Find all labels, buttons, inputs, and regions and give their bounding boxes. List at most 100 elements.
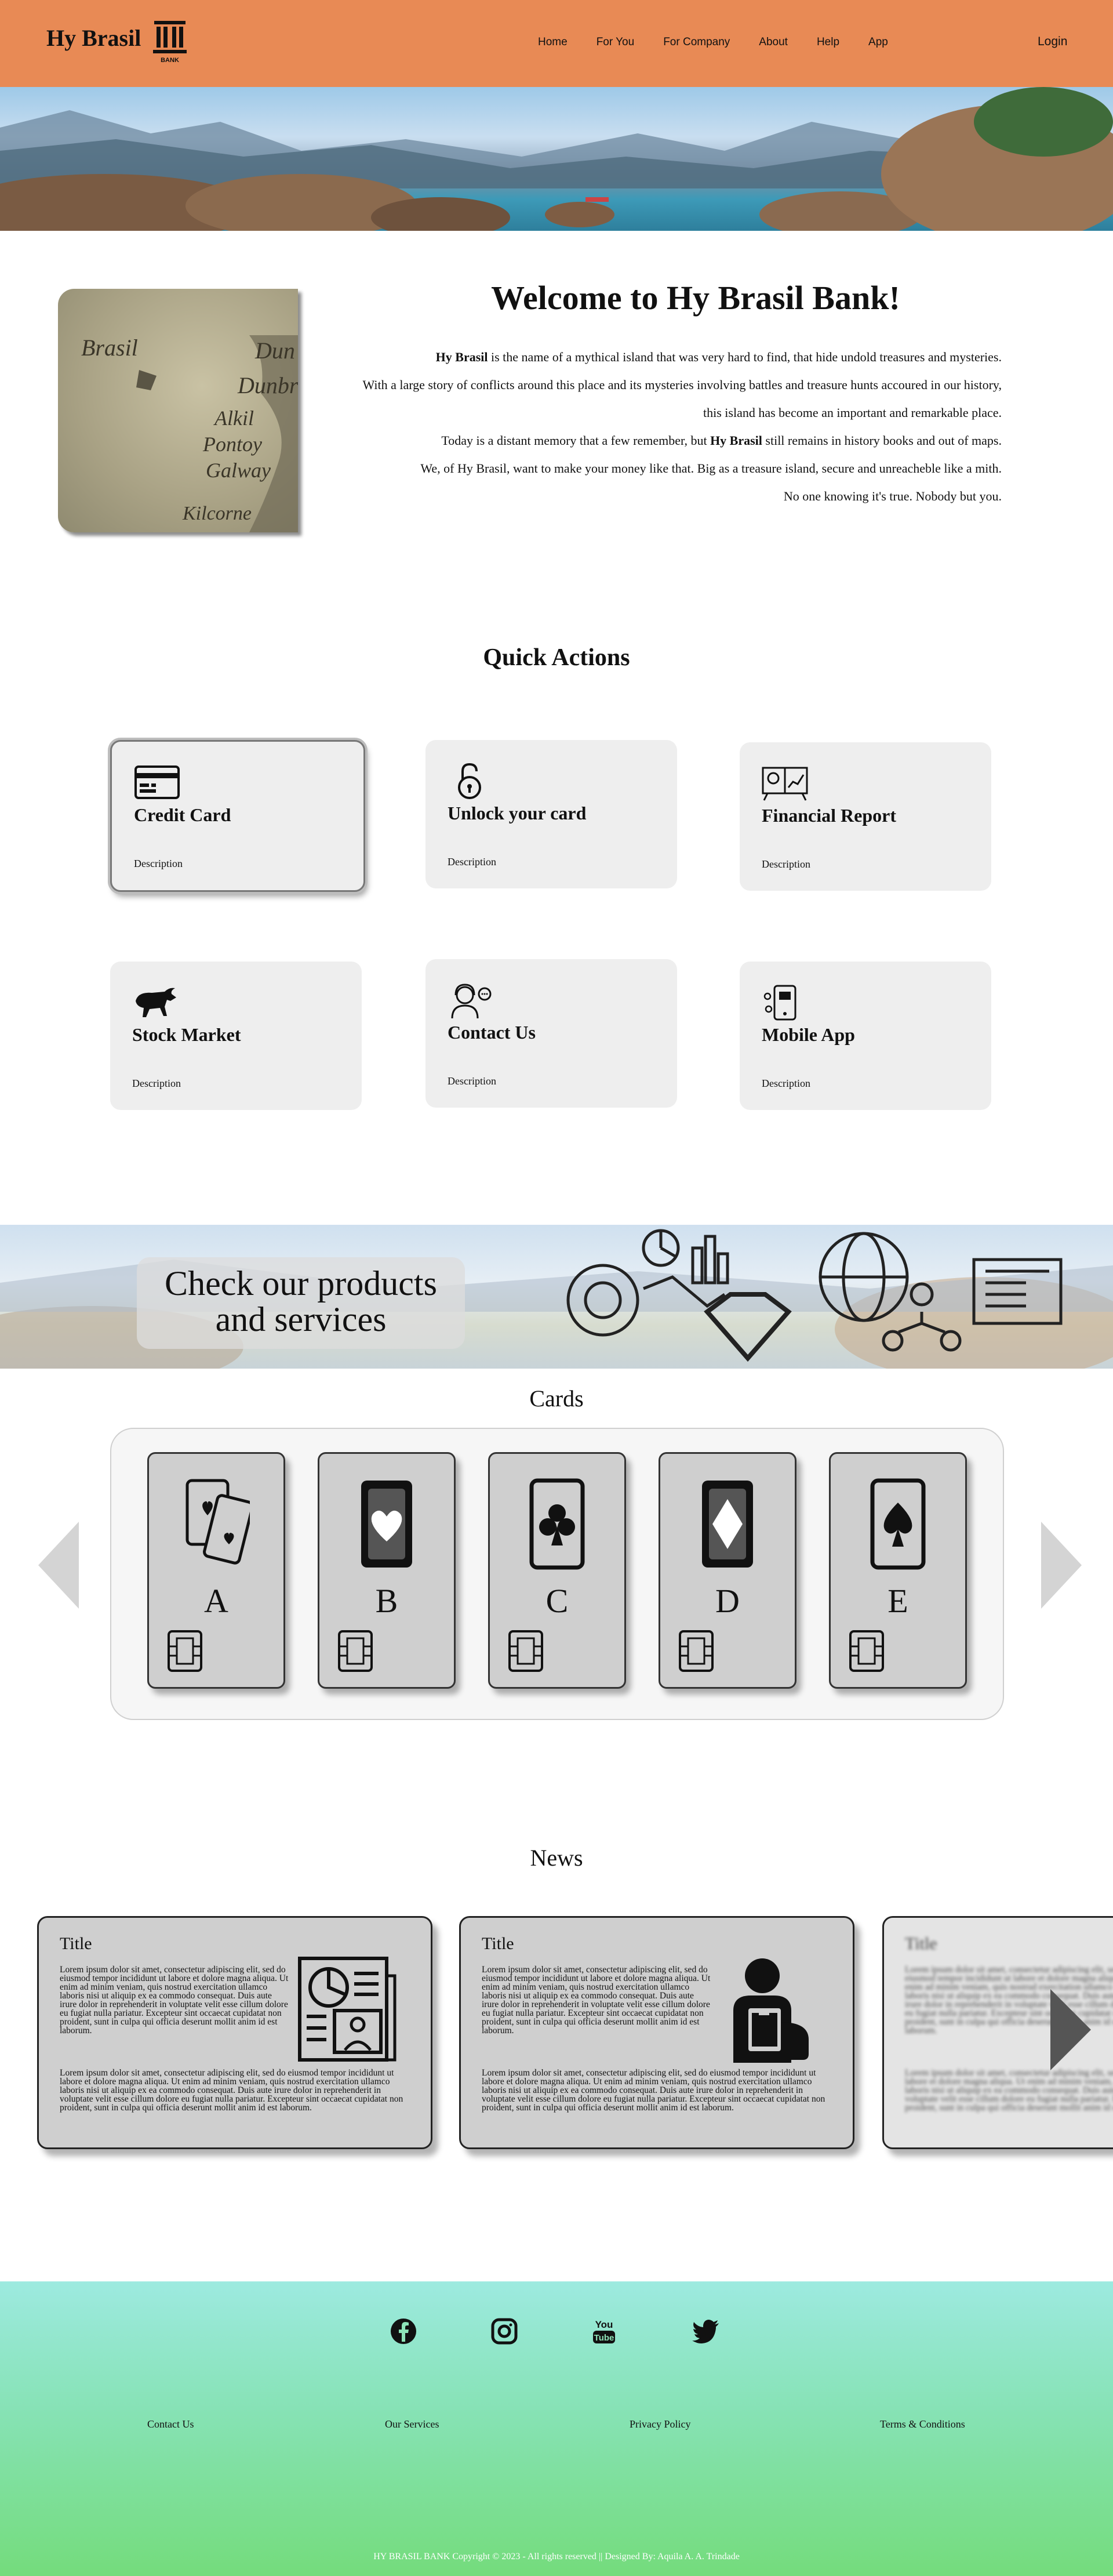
quick-actions-title: Quick Actions xyxy=(483,644,630,671)
products-headline-2: and services xyxy=(215,1300,387,1338)
login-link[interactable]: Login xyxy=(1038,35,1067,49)
heart-card-icon xyxy=(361,1481,412,1568)
carousel-prev-arrow[interactable] xyxy=(38,1522,85,1609)
sim-chip-icon xyxy=(508,1630,543,1672)
product-card-d[interactable]: D xyxy=(659,1452,796,1689)
footer-link-our-services[interactable]: Our Services xyxy=(385,2418,439,2430)
map-label-brasil: Brasil xyxy=(81,335,138,361)
logo-text[interactable]: Hy Brasil xyxy=(46,24,141,52)
qa-title-unlock-card: Unlock your card xyxy=(448,803,587,823)
qa-desc-financial-report: Description xyxy=(762,858,810,870)
qa-card-stock-market[interactable]: Stock Market Description xyxy=(110,962,362,1110)
nav-about[interactable]: About xyxy=(759,36,788,49)
nav-for-company[interactable]: For Company xyxy=(663,36,730,49)
diamond-icon xyxy=(704,1292,792,1362)
qa-title-mobile-app: Mobile App xyxy=(762,1024,855,1045)
qa-desc-credit-card: Description xyxy=(134,858,183,869)
hero-landscape xyxy=(0,87,1113,231)
diamond-card-icon xyxy=(702,1481,753,1568)
club-card-icon xyxy=(529,1478,585,1570)
footer-link-contact-us[interactable]: Contact Us xyxy=(147,2418,194,2430)
welcome-line-6: No one knowing it's true. Nobody but you… xyxy=(783,489,1002,503)
playing-cards-hearts-icon xyxy=(186,1479,250,1565)
carousel-next-arrow[interactable] xyxy=(1041,1522,1087,1609)
news-card-1-text-1: Lorem ipsum dolor sit amet, consectetur … xyxy=(60,1965,289,2036)
credit-card-icon xyxy=(134,765,180,799)
product-card-a-letter: A xyxy=(204,1582,228,1620)
map-illustration: Brasil Dun Dunbr Alkil Pontoy Galway Kil… xyxy=(81,335,298,532)
brand-bold: Hy Brasil xyxy=(435,350,488,364)
qa-desc-contact-us: Description xyxy=(448,1075,496,1087)
map-label-galway: Galway xyxy=(206,459,271,482)
sim-chip-icon xyxy=(679,1630,714,1672)
product-card-b[interactable]: B xyxy=(318,1452,456,1689)
newspaper-icon xyxy=(972,1258,1063,1325)
qa-desc-stock-market: Description xyxy=(132,1077,181,1089)
facebook-icon[interactable] xyxy=(388,2316,419,2346)
bank-building-icon[interactable]: BANK xyxy=(152,20,188,64)
map-label-pontoy: Pontoy xyxy=(202,433,262,456)
map-label-alkil: Alkil xyxy=(213,407,254,430)
qa-card-financial-report[interactable]: Financial Report Description xyxy=(740,742,991,891)
qa-title-stock-market: Stock Market xyxy=(132,1024,241,1045)
network-people-icon xyxy=(910,1282,934,1307)
news-card-2-text-1: Lorem ipsum dolor sit amet, consectetur … xyxy=(482,1965,711,2036)
qa-title-financial-report: Financial Report xyxy=(762,805,896,826)
map-label-kilcorne: Kilcorne xyxy=(182,503,252,524)
mobile-app-icon xyxy=(763,985,796,1021)
copyright-text: HY BRASIL BANK Copyright © 2023 - All ri… xyxy=(373,2552,740,2562)
welcome-line-4-end: still remains in history books and out o… xyxy=(762,433,1002,448)
gear-dollar-icon xyxy=(566,1264,639,1337)
map-label-dunbr: Dunbr xyxy=(237,372,298,398)
nav-for-you[interactable]: For You xyxy=(596,36,635,49)
welcome-line-2: With a large story of conflicts around t… xyxy=(362,378,1002,392)
brand-bold-2: Hy Brasil xyxy=(710,433,762,448)
bull-icon xyxy=(136,988,176,1017)
qa-card-mobile-app[interactable]: Mobile App Description xyxy=(740,962,991,1110)
qa-title-credit-card: Credit Card xyxy=(134,804,231,825)
instagram-icon[interactable] xyxy=(489,2316,519,2346)
product-card-c[interactable]: C xyxy=(488,1452,626,1689)
product-card-e[interactable]: E xyxy=(829,1452,967,1689)
products-headline-box: Check our products and services xyxy=(137,1257,465,1349)
welcome-line-4-start: Today is a distant memory that a few rem… xyxy=(441,433,711,448)
qa-card-contact-us[interactable]: Contact Us Description xyxy=(425,959,677,1108)
newspaper-icon xyxy=(298,1957,397,2062)
youtube-icon[interactable]: You Tube xyxy=(589,2316,619,2346)
welcome-line-5: We, of Hy Brasil, want to make your mone… xyxy=(420,461,1002,476)
nav-app[interactable]: App xyxy=(868,36,888,49)
news-card-3-text-2: Lorem ipsum dolor sit amet, consectetur … xyxy=(905,2068,1113,2113)
qa-title-contact-us: Contact Us xyxy=(448,1022,536,1043)
main-nav: Home For You For Company About Help App xyxy=(538,36,888,49)
news-card-2[interactable]: Title Lorem ipsum dolor sit amet, consec… xyxy=(459,1916,854,2149)
qa-card-unlock-card[interactable]: Unlock your card Description xyxy=(425,740,677,888)
welcome-line-4: Today is a distant memory that a few rem… xyxy=(441,433,1002,448)
qa-card-credit-card[interactable]: Credit Card Description xyxy=(110,740,365,892)
qa-desc-unlock-card: Description xyxy=(448,856,496,868)
welcome-title: Welcome to Hy Brasil Bank! xyxy=(491,279,900,317)
news-next-arrow[interactable] xyxy=(1050,1989,1093,2070)
product-card-a[interactable]: A xyxy=(147,1452,285,1689)
old-map-image: Brasil Dun Dunbr Alkil Pontoy Galway Kil… xyxy=(58,289,298,532)
nav-home[interactable]: Home xyxy=(538,36,568,49)
sim-chip-icon xyxy=(168,1630,202,1672)
spade-card-icon xyxy=(870,1478,926,1570)
sim-chip-icon xyxy=(338,1630,373,1672)
site-header: Hy Brasil BANK Home For You For Company … xyxy=(0,0,1113,87)
nav-help[interactable]: Help xyxy=(817,36,839,49)
cards-section-title: Cards xyxy=(529,1385,584,1412)
news-card-1[interactable]: Title Lorem ipsum dolor sit amet, consec… xyxy=(37,1916,432,2149)
footer-link-terms[interactable]: Terms & Conditions xyxy=(880,2418,965,2430)
twitter-icon[interactable] xyxy=(691,2316,721,2346)
news-card-2-title: Title xyxy=(482,1934,514,1953)
news-section-title: News xyxy=(530,1845,583,1871)
welcome-line-1-text: is the name of a mythical island that wa… xyxy=(488,350,1002,364)
footer-link-privacy-policy[interactable]: Privacy Policy xyxy=(630,2418,691,2430)
logo-sub: BANK xyxy=(161,57,179,64)
news-reader-icon xyxy=(733,1958,809,2063)
sim-chip-icon xyxy=(849,1630,884,1672)
news-card-1-title: Title xyxy=(60,1934,92,1953)
product-card-b-letter: B xyxy=(375,1582,398,1620)
product-card-c-letter: C xyxy=(545,1582,569,1620)
svg-text:You: You xyxy=(595,2319,613,2330)
